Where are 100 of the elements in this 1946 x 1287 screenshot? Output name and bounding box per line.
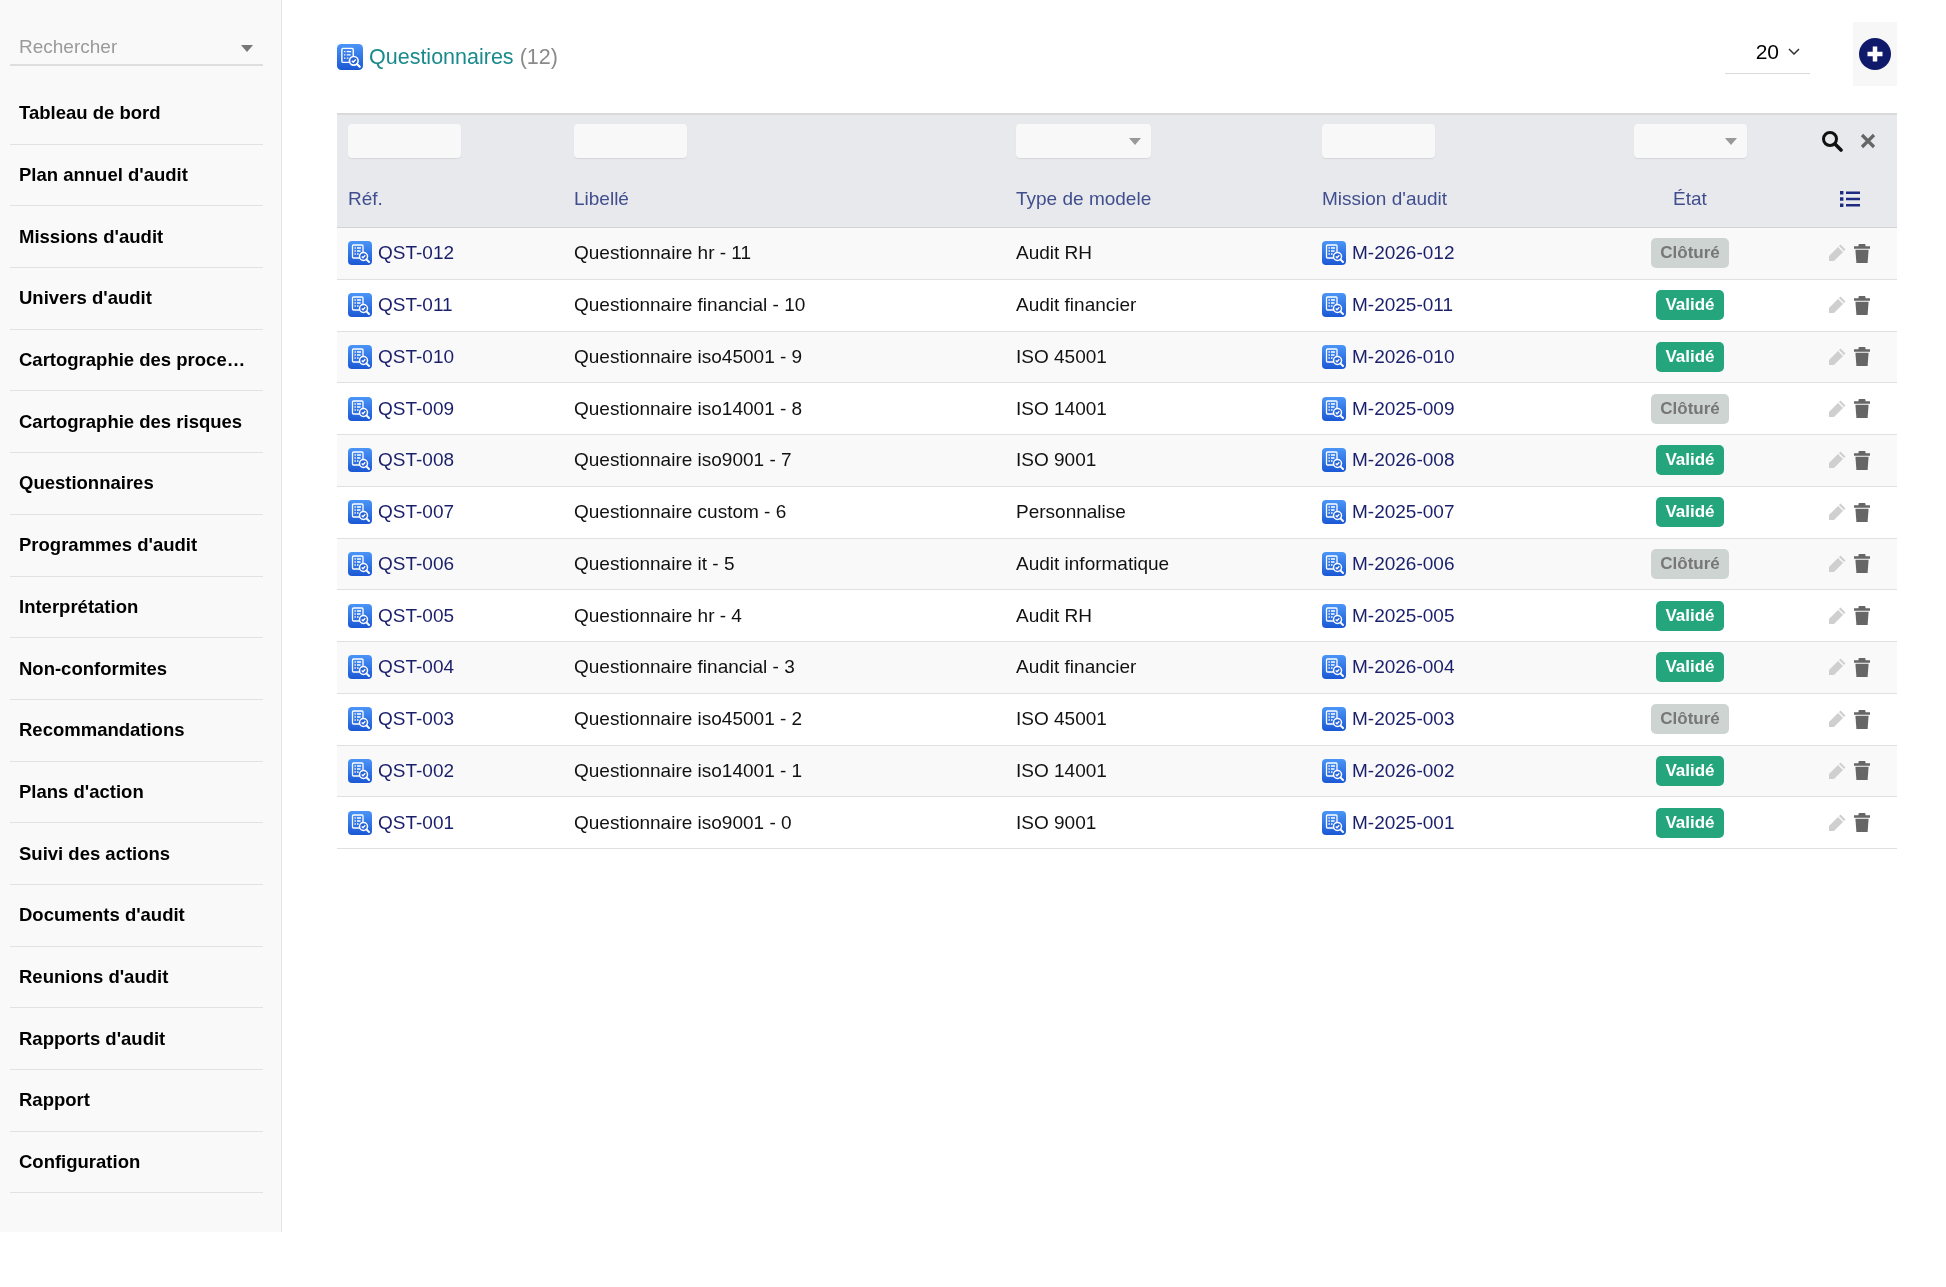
sidebar-item[interactable]: Questionnaires [10, 453, 263, 515]
reference-link[interactable]: QST-004 [378, 656, 455, 679]
add-button[interactable] [1853, 22, 1897, 86]
document-search-icon [348, 603, 372, 628]
filter-dropdown[interactable] [1016, 124, 1151, 158]
trash-icon[interactable] [1854, 243, 1870, 263]
sidebar-item[interactable]: Rapports d'audit [10, 1008, 263, 1070]
pencil-icon[interactable] [1827, 346, 1847, 367]
search-field[interactable]: Rechercher [10, 30, 263, 66]
column-heading[interactable]: Libellé [574, 188, 629, 210]
caret-icon [1724, 137, 1737, 145]
table-cell: Questionnaire custom - 6 [574, 501, 787, 524]
filter-dropdown[interactable] [1633, 124, 1747, 158]
column-heading[interactable]: Réf. [348, 188, 383, 210]
pencil-icon[interactable] [1827, 398, 1847, 419]
mission-link[interactable]: M-2026-010 [1352, 345, 1455, 368]
sidebar-item[interactable]: Missions d'audit [10, 206, 263, 269]
reference-link[interactable]: QST-012 [378, 242, 455, 265]
mission-link[interactable]: M-2025-009 [1352, 397, 1455, 420]
pencil-icon[interactable] [1827, 709, 1847, 730]
filter-field[interactable] [1322, 124, 1435, 158]
reference-link[interactable]: QST-005 [378, 604, 455, 627]
document-search-icon [348, 448, 372, 473]
table-cell: Questionnaire iso14001 - 1 [574, 759, 803, 782]
sidebar-item[interactable]: Rapport [10, 1070, 263, 1132]
trash-icon[interactable] [1854, 554, 1870, 574]
trash-icon[interactable] [1854, 295, 1870, 315]
reference-link[interactable]: QST-007 [378, 501, 455, 524]
pencil-icon[interactable] [1827, 450, 1847, 471]
reference-link[interactable]: QST-008 [378, 449, 455, 472]
pencil-icon[interactable] [1827, 812, 1847, 833]
sidebar-item[interactable]: Reunions d'audit [10, 946, 263, 1009]
reference-link[interactable]: QST-002 [378, 759, 455, 782]
trash-icon[interactable] [1854, 502, 1870, 522]
sidebar-item[interactable]: Suivi des actions [10, 823, 263, 885]
mission-link[interactable]: M-2025-011 [1352, 294, 1454, 317]
status-badge: Validé [1656, 445, 1724, 476]
document-search-icon [337, 44, 363, 70]
table-cell: Audit financier [1016, 656, 1137, 679]
document-search-icon [1322, 396, 1346, 421]
sidebar-item[interactable]: Interprétation [10, 576, 263, 639]
close-icon[interactable] [1860, 133, 1876, 149]
mission-link[interactable]: M-2026-002 [1352, 759, 1455, 782]
filter-field[interactable] [348, 124, 461, 158]
column-heading[interactable]: Type de modele [1016, 188, 1152, 210]
trash-icon[interactable] [1854, 709, 1870, 729]
sidebar-item[interactable]: Cartographie des risques [10, 391, 263, 454]
sidebar-item[interactable]: Tableau de bord [10, 83, 263, 145]
pencil-icon[interactable] [1827, 502, 1847, 523]
pencil-icon[interactable] [1827, 243, 1847, 264]
sidebar-item[interactable]: Univers d'audit [10, 268, 263, 330]
trash-icon[interactable] [1854, 813, 1870, 833]
mission-link[interactable]: M-2026-006 [1352, 552, 1455, 575]
mission-link[interactable]: M-2025-007 [1352, 501, 1455, 524]
sidebar-item[interactable]: Documents d'audit [10, 884, 263, 947]
document-search-icon [348, 344, 372, 369]
reference-link[interactable]: QST-003 [378, 708, 455, 731]
mission-link[interactable]: M-2026-004 [1352, 656, 1455, 679]
sidebar-item[interactable]: Plans d'action [10, 761, 263, 824]
mission-link[interactable]: M-2026-012 [1352, 242, 1455, 265]
filter-field[interactable] [574, 124, 687, 158]
sidebar-item[interactable]: Programmes d'audit [10, 514, 263, 577]
sidebar-item[interactable]: Recommandations [10, 699, 263, 762]
table-cell: Questionnaire it - 5 [574, 552, 735, 575]
table-cell: ISO 9001 [1016, 449, 1097, 472]
reference-link[interactable]: QST-001 [378, 811, 455, 834]
mission-link[interactable]: M-2026-008 [1352, 449, 1455, 472]
status-badge: Validé [1656, 652, 1724, 683]
column-heading[interactable]: Mission d'audit [1322, 188, 1448, 210]
sidebar-item[interactable]: Configuration [10, 1131, 263, 1194]
sidebar-item[interactable]: Cartographie des proce… [10, 329, 263, 392]
sidebar-item[interactable]: Non-conformites [10, 638, 263, 700]
trash-icon[interactable] [1854, 347, 1870, 367]
pencil-icon[interactable] [1827, 605, 1847, 626]
table-cell: ISO 45001 [1016, 345, 1107, 368]
list-icon[interactable] [1840, 191, 1860, 207]
reference-link[interactable]: QST-011 [378, 294, 453, 317]
pencil-icon[interactable] [1827, 760, 1847, 781]
reference-link[interactable]: QST-010 [378, 345, 455, 368]
table-cell: Audit RH [1016, 242, 1093, 265]
table-cell: Questionnaire hr - 4 [574, 604, 742, 627]
sidebar-item[interactable]: Plan annuel d'audit [10, 144, 263, 207]
mission-link[interactable]: M-2025-001 [1352, 811, 1455, 834]
mission-link[interactable]: M-2025-003 [1352, 708, 1455, 731]
trash-icon[interactable] [1854, 399, 1870, 419]
trash-icon[interactable] [1854, 761, 1870, 781]
pencil-icon[interactable] [1827, 553, 1847, 574]
mission-link[interactable]: M-2025-005 [1352, 604, 1455, 627]
table-cell: ISO 45001 [1016, 708, 1107, 731]
trash-icon[interactable] [1854, 450, 1870, 470]
page-size-select[interactable]: 20 [1725, 30, 1810, 74]
status-badge: Validé [1656, 497, 1724, 528]
column-heading[interactable]: État [1673, 188, 1707, 210]
pencil-icon[interactable] [1827, 295, 1847, 316]
reference-link[interactable]: QST-006 [378, 552, 455, 575]
reference-link[interactable]: QST-009 [378, 397, 455, 420]
trash-icon[interactable] [1854, 657, 1870, 677]
trash-icon[interactable] [1854, 606, 1870, 626]
search-icon[interactable] [1821, 130, 1843, 152]
pencil-icon[interactable] [1827, 657, 1847, 678]
